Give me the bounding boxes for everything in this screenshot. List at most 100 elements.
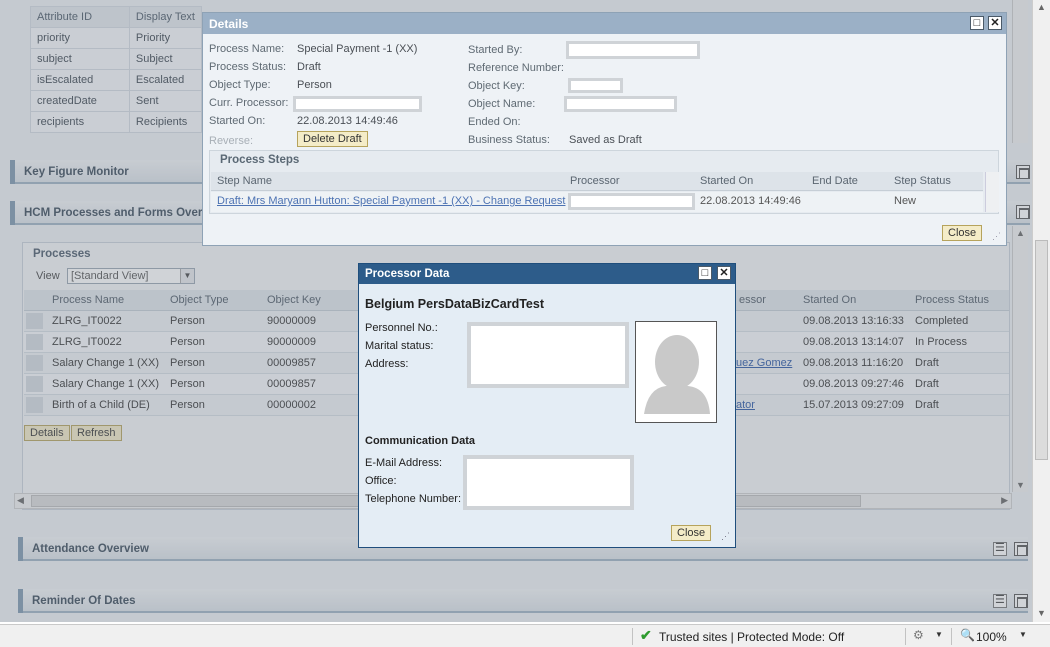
panel-reminder-of-dates[interactable]: Reminder Of Dates xyxy=(18,589,1028,613)
process-steps-section: Process Steps Step Name Processor Starte… xyxy=(209,150,999,214)
table-row[interactable]: createdDate Sent xyxy=(30,90,203,112)
col-started-on[interactable]: Started On xyxy=(700,175,753,187)
cell-started-on: 09.08.2013 09:27:46 xyxy=(803,378,904,390)
row-selector[interactable] xyxy=(26,376,43,392)
panel-bar xyxy=(10,201,15,225)
delete-draft-button[interactable]: Delete Draft xyxy=(297,131,368,147)
attr-col-display: Display Text xyxy=(128,6,203,28)
row-selector[interactable] xyxy=(26,313,43,329)
label-office: Office: xyxy=(365,475,397,487)
col-object-key[interactable]: Object Key xyxy=(267,294,321,306)
label-telephone: Telephone Number: xyxy=(365,493,462,505)
options-menu-icon[interactable] xyxy=(993,593,1007,608)
resize-grip-icon[interactable]: ⋰ xyxy=(721,531,730,542)
label-reference-number: Reference Number: xyxy=(468,62,564,74)
avatar xyxy=(635,321,717,423)
scroll-down-icon[interactable]: ▼ xyxy=(1037,608,1046,618)
details-button[interactable]: Details xyxy=(24,425,70,441)
label-started-on: Started On: xyxy=(209,115,266,127)
divider xyxy=(905,628,906,645)
row-selector[interactable] xyxy=(26,334,43,350)
maximize-icon[interactable]: □ xyxy=(698,266,712,280)
steps-header: Step Name Processor Started On End Date … xyxy=(211,172,983,191)
view-select-value: [Standard View] xyxy=(71,270,149,282)
table-row[interactable]: priority Priority xyxy=(30,27,203,49)
processor-titlebar[interactable]: Processor Data □ ✕ xyxy=(359,264,735,284)
redacted-step-processor xyxy=(568,193,695,210)
cell-processor-link[interactable]: uez Gomez xyxy=(736,357,792,369)
col-object-type[interactable]: Object Type xyxy=(170,294,229,306)
options-menu-icon[interactable] xyxy=(993,541,1007,556)
redacted-object-key xyxy=(568,78,623,93)
steps-scrollbar[interactable] xyxy=(985,172,999,212)
refresh-button[interactable]: Refresh xyxy=(71,425,122,441)
resize-grip-icon[interactable]: ⋰ xyxy=(992,231,1001,242)
hcm-scrollbar[interactable]: ▲ ▼ xyxy=(1012,226,1028,492)
col-processor[interactable]: essor xyxy=(739,294,766,306)
row-selector[interactable] xyxy=(26,397,43,413)
label-object-key: Object Key: xyxy=(468,80,525,92)
table-row[interactable]: subject Subject xyxy=(30,48,203,70)
cell-processor-link[interactable]: ator xyxy=(736,399,755,411)
top-scrollbar[interactable] xyxy=(1012,0,1028,143)
label-reverse: Reverse: xyxy=(209,135,254,147)
close-icon[interactable]: ✕ xyxy=(988,16,1002,30)
maximize-icon[interactable] xyxy=(1014,594,1028,608)
attr-display: Recipients xyxy=(128,111,203,133)
cell-started-on: 09.08.2013 13:16:33 xyxy=(803,315,904,327)
chevron-down-icon[interactable]: ▼ xyxy=(1019,630,1027,639)
col-process-status[interactable]: Process Status xyxy=(915,294,989,306)
cell-status: Draft xyxy=(915,399,939,411)
maximize-icon[interactable] xyxy=(1016,205,1030,219)
security-zone-text[interactable]: Trusted sites | Protected Mode: Off xyxy=(659,630,844,644)
scrollbar-thumb[interactable] xyxy=(1035,240,1048,460)
view-select[interactable]: [Standard View] ▼ xyxy=(67,268,195,284)
scroll-left-icon[interactable]: ◀ xyxy=(17,495,24,506)
zoom-icon[interactable]: 🔍 xyxy=(960,628,975,642)
view-label: View xyxy=(36,270,60,282)
col-step-name[interactable]: Step Name xyxy=(217,175,272,187)
cell-started-on: 09.08.2013 11:16:20 xyxy=(803,357,904,369)
col-process-name[interactable]: Process Name xyxy=(52,294,124,306)
cell-started-on: 09.08.2013 13:14:07 xyxy=(803,336,904,348)
cell-object-key: 00000002 xyxy=(267,399,316,411)
label-object-type: Object Type: xyxy=(209,79,271,91)
details-close-button[interactable]: Close xyxy=(942,225,983,241)
attr-id: createdDate xyxy=(30,90,130,112)
maximize-icon[interactable] xyxy=(1016,165,1030,179)
chevron-down-icon[interactable]: ▼ xyxy=(935,630,943,639)
zoom-level[interactable]: 100% xyxy=(976,630,1007,644)
scroll-up-icon[interactable]: ▲ xyxy=(1037,2,1046,12)
row-selector[interactable] xyxy=(26,355,43,371)
col-end-date[interactable]: End Date xyxy=(812,175,858,187)
redacted-started-by xyxy=(566,41,700,59)
label-ended-on: Ended On: xyxy=(468,116,521,128)
details-titlebar[interactable]: Details □ ✕ xyxy=(203,13,1006,34)
table-row[interactable]: isEscalated Escalated xyxy=(30,69,203,91)
cell-process-name: Birth of a Child (DE) xyxy=(52,399,150,411)
cell-process-name: ZLRG_IT0022 xyxy=(52,336,122,348)
maximize-icon[interactable] xyxy=(1014,542,1028,556)
step-name-link[interactable]: Draft: Mrs Maryann Hutton: Special Payme… xyxy=(217,195,565,207)
divider xyxy=(632,628,633,645)
maximize-icon[interactable]: □ xyxy=(970,16,984,30)
label-curr-processor: Curr. Processor: xyxy=(209,97,289,109)
col-step-status[interactable]: Step Status xyxy=(894,175,951,187)
cell-started-on: 15.07.2013 09:27:09 xyxy=(803,399,904,411)
security-icon[interactable]: ⚙ xyxy=(913,628,924,642)
scroll-right-icon[interactable]: ▶ xyxy=(1001,495,1008,506)
value-business-status: Saved as Draft xyxy=(569,134,642,146)
processor-close-button[interactable]: Close xyxy=(671,525,712,541)
page-scrollbar[interactable]: ▲ ▼ xyxy=(1032,0,1050,622)
table-row[interactable]: Draft: Mrs Maryann Hutton: Special Payme… xyxy=(211,192,983,212)
attribute-table: Attribute ID Display Text priority Prior… xyxy=(30,6,203,133)
col-started-on[interactable]: Started On xyxy=(803,294,856,306)
close-icon[interactable]: ✕ xyxy=(717,266,731,280)
processes-title: Processes xyxy=(33,248,91,260)
scroll-down-icon[interactable]: ▼ xyxy=(1016,480,1025,490)
table-row[interactable]: recipients Recipients xyxy=(30,111,203,133)
col-processor[interactable]: Processor xyxy=(570,175,620,187)
scroll-up-icon[interactable]: ▲ xyxy=(1016,228,1025,238)
label-started-by: Started By: xyxy=(468,44,523,56)
dialog-title: Details xyxy=(209,17,249,31)
